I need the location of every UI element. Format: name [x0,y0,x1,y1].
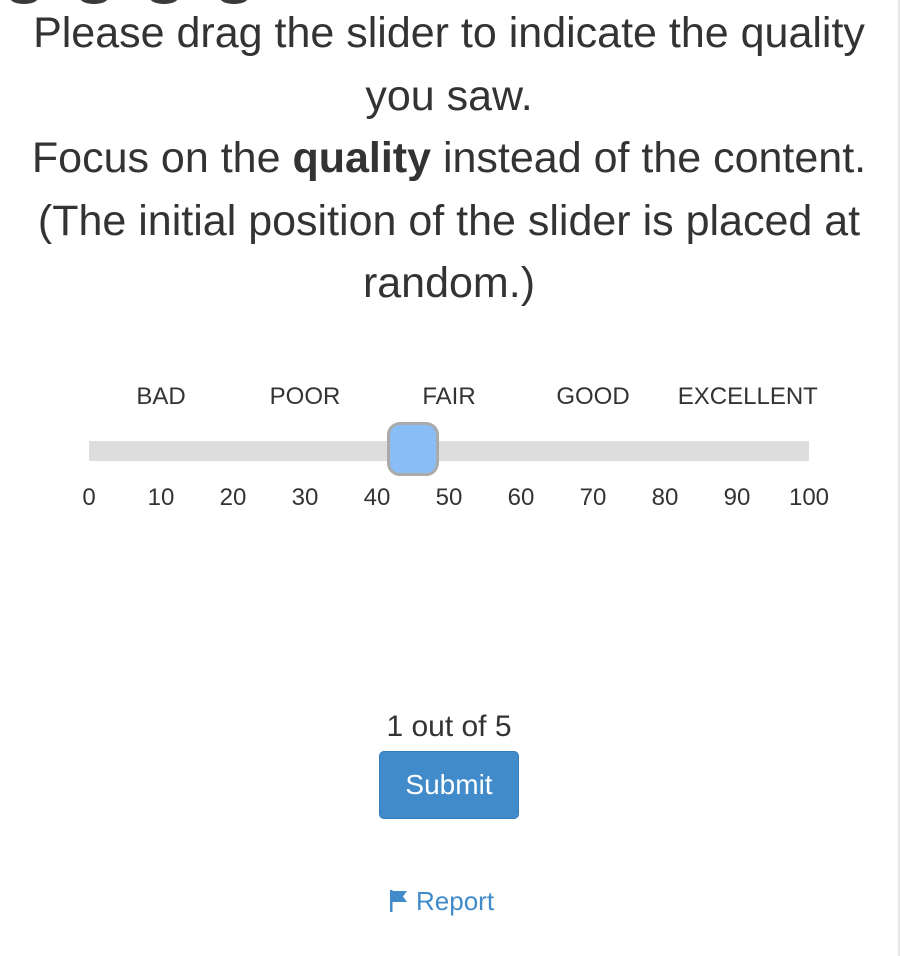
tick-label: 40 [363,484,391,511]
category-label-good: GOOD [556,383,630,410]
tick-label: 30 [291,484,319,511]
tick-label: 10 [147,484,175,511]
tick-label: 90 [723,484,751,511]
category-label-bad: BAD [136,383,186,410]
instruction-focus-bold: quality [292,134,432,182]
quality-slider-track[interactable] [89,441,809,461]
tick-label: 60 [507,484,535,511]
instruction-focus-prefix: Focus on the [31,134,281,182]
tick-label: 70 [579,484,607,511]
quality-slider-handle[interactable] [387,422,439,476]
tick-label: 50 [435,484,463,511]
instruction-line-drag: Please drag the slider to indicate the q… [33,9,865,120]
report-label: Report [416,885,495,916]
instruction-line-focus: Focus on the quality instead of the cont… [0,127,898,190]
instruction-focus-suffix: instead of the content. [442,134,867,182]
instructions: Please drag the slider to indicate the q… [0,0,898,315]
category-label-excellent: EXCELLENT [677,383,818,410]
progress-counter: 1 out of 5 [386,710,512,743]
category-label-poor: POOR [269,383,341,410]
instruction-line-random: (The initial position of the slider is p… [37,196,861,308]
tick-label: 100 [788,484,830,511]
category-label-fair: FAIR [422,383,476,410]
flag-icon [390,890,407,912]
tick-label: 80 [651,484,679,511]
tick-label: 0 [82,484,96,511]
tick-label: 20 [219,484,247,511]
report-link[interactable]: Report [390,884,494,918]
submit-button[interactable]: Submit [379,751,519,819]
